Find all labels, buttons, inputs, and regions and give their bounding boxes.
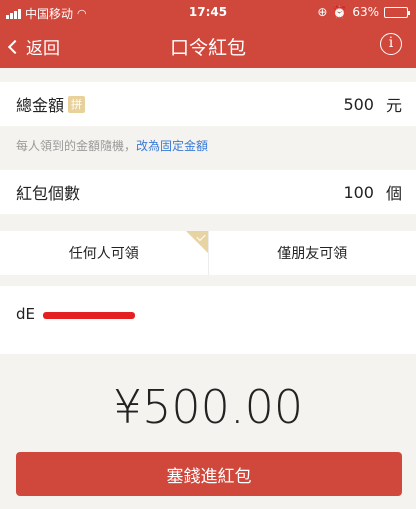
option-friends-only[interactable]: 僅朋友可領 (207, 231, 416, 275)
total-amount-display: ¥500.00 (112, 380, 304, 434)
password-visible-text: dE (16, 305, 35, 323)
redaction-mark (43, 312, 135, 319)
status-right: ⊕ ⏰ 63% (317, 5, 410, 19)
alarm-icon: ⏰ (332, 5, 348, 19)
battery-percent: 63% (352, 5, 379, 19)
rotation-lock-icon: ⊕ (317, 5, 328, 19)
visibility-toggle: 任何人可領 僅朋友可領 (0, 231, 416, 275)
option-anyone-label: 任何人可領 (68, 246, 139, 262)
fixed-amount-link[interactable]: 改為固定金額 (136, 139, 208, 153)
amount-label: 總金額 (16, 96, 65, 115)
amount-input[interactable]: 500 (343, 95, 374, 114)
password-text: dE (16, 305, 135, 323)
option-anyone[interactable]: 任何人可領 (0, 231, 208, 275)
option-friends-label: 僅朋友可領 (277, 246, 348, 262)
total-amount-row[interactable]: 總金額 拼 500 元 (0, 82, 416, 126)
packet-count-row[interactable]: 紅包個數 100 個 (0, 170, 416, 214)
header: 中国移动 ◠ 17:45 ⊕ ⏰ 63% 返回 口令紅包 i (0, 0, 416, 68)
status-bar: 中国移动 ◠ 17:45 ⊕ ⏰ 63% (0, 0, 416, 24)
page-title: 口令紅包 (169, 37, 246, 59)
submit-button[interactable]: 塞錢進紅包 (16, 452, 402, 496)
random-amount-hint: 每人領到的金額隨機，改為固定金額 (16, 137, 208, 154)
hint-text: 每人領到的金額隨機， (16, 139, 137, 153)
count-label: 紅包個數 (16, 184, 81, 203)
password-input[interactable]: dE (0, 286, 416, 354)
selected-check-icon (185, 231, 208, 253)
nav-bar: 返回 口令紅包 i (0, 24, 416, 68)
info-icon-button[interactable]: i (380, 33, 402, 55)
count-input[interactable]: 100 (343, 183, 374, 202)
count-unit: 個 (385, 184, 402, 203)
pin-badge: 拼 (68, 95, 86, 113)
battery-icon (384, 6, 410, 18)
amount-unit: 元 (385, 96, 402, 115)
